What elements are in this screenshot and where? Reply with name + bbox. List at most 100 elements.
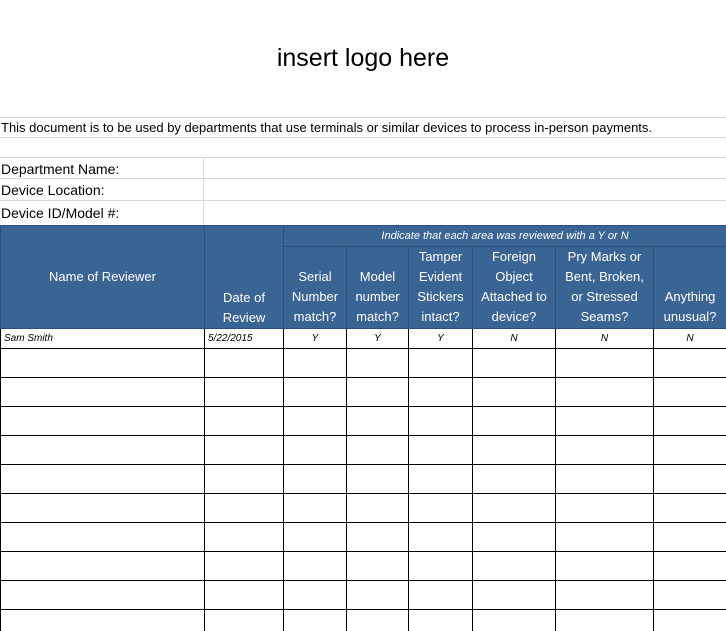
header-text: Bent, Broken, bbox=[565, 269, 644, 284]
table-cell[interactable] bbox=[0, 435, 205, 465]
table-cell[interactable] bbox=[283, 522, 347, 552]
table-cell[interactable] bbox=[204, 406, 284, 436]
device-id-model-field[interactable] bbox=[204, 201, 725, 221]
table-cell[interactable] bbox=[0, 522, 205, 552]
table-cell[interactable] bbox=[283, 348, 347, 378]
table-cell[interactable] bbox=[283, 464, 347, 494]
table-cell[interactable] bbox=[472, 348, 556, 378]
table-cell[interactable] bbox=[472, 551, 556, 581]
table-cell[interactable] bbox=[408, 348, 473, 378]
table-cell[interactable] bbox=[472, 522, 556, 552]
table-cell[interactable] bbox=[408, 464, 473, 494]
table-cell[interactable] bbox=[0, 348, 205, 378]
table-cell[interactable] bbox=[204, 580, 284, 610]
table-cell[interactable] bbox=[408, 580, 473, 610]
table-cell[interactable] bbox=[0, 551, 205, 581]
table-cell[interactable] bbox=[346, 377, 409, 407]
department-name-field[interactable] bbox=[204, 158, 725, 178]
table-cell[interactable] bbox=[346, 348, 409, 378]
table-cell[interactable] bbox=[472, 377, 556, 407]
header-anything-unusual: Anything unusual? bbox=[652, 246, 726, 329]
table-row bbox=[0, 580, 726, 610]
table-cell[interactable] bbox=[472, 435, 556, 465]
table-cell[interactable] bbox=[472, 580, 556, 610]
tamper-intact-cell[interactable]: Y bbox=[408, 328, 473, 349]
table-cell[interactable] bbox=[283, 493, 347, 523]
table-cell[interactable] bbox=[346, 406, 409, 436]
table-cell[interactable] bbox=[346, 551, 409, 581]
table-cell[interactable] bbox=[555, 406, 654, 436]
table-cell[interactable] bbox=[652, 435, 726, 465]
table-cell[interactable] bbox=[555, 435, 654, 465]
table-cell[interactable] bbox=[652, 493, 726, 523]
table-cell[interactable] bbox=[472, 464, 556, 494]
table-cell[interactable] bbox=[283, 551, 347, 581]
table-cell[interactable] bbox=[346, 464, 409, 494]
table-cell[interactable] bbox=[0, 406, 205, 436]
table-cell[interactable] bbox=[652, 464, 726, 494]
table-cell[interactable] bbox=[555, 551, 654, 581]
table-cell[interactable] bbox=[346, 435, 409, 465]
table-cell[interactable] bbox=[346, 609, 409, 631]
header-name-of-reviewer: Name of Reviewer bbox=[0, 225, 205, 329]
table-cell[interactable] bbox=[346, 580, 409, 610]
table-cell[interactable] bbox=[408, 551, 473, 581]
table-cell[interactable] bbox=[346, 493, 409, 523]
table-cell[interactable] bbox=[408, 493, 473, 523]
table-cell[interactable] bbox=[408, 406, 473, 436]
header-foreign-object: Foreign Object Attached to device? bbox=[472, 246, 556, 329]
table-row bbox=[0, 609, 726, 631]
reviewer-name-cell[interactable]: Sam Smith bbox=[0, 328, 205, 349]
table-cell[interactable] bbox=[555, 377, 654, 407]
table-cell[interactable] bbox=[0, 580, 205, 610]
table-cell[interactable] bbox=[283, 580, 347, 610]
table-cell[interactable] bbox=[652, 551, 726, 581]
table-cell[interactable] bbox=[283, 377, 347, 407]
table-cell[interactable] bbox=[204, 435, 284, 465]
review-date-cell[interactable]: 5/22/2015 bbox=[204, 328, 284, 349]
table-cell[interactable] bbox=[472, 406, 556, 436]
table-cell[interactable] bbox=[555, 464, 654, 494]
table-cell[interactable] bbox=[652, 580, 726, 610]
table-cell[interactable] bbox=[652, 348, 726, 378]
table-cell[interactable] bbox=[0, 464, 205, 494]
table-cell[interactable] bbox=[283, 435, 347, 465]
device-location-field[interactable] bbox=[204, 179, 725, 199]
table-cell[interactable] bbox=[555, 522, 654, 552]
table-cell[interactable] bbox=[283, 609, 347, 631]
table-row bbox=[0, 377, 726, 407]
table-cell[interactable] bbox=[0, 609, 205, 631]
table-cell[interactable] bbox=[204, 522, 284, 552]
table-cell[interactable] bbox=[0, 493, 205, 523]
serial-match-cell[interactable]: Y bbox=[283, 328, 347, 349]
table-cell[interactable] bbox=[472, 493, 556, 523]
table-cell[interactable] bbox=[652, 377, 726, 407]
table-cell[interactable] bbox=[472, 609, 556, 631]
anything-unusual-cell[interactable]: N bbox=[652, 328, 726, 349]
table-cell[interactable] bbox=[204, 609, 284, 631]
table-cell[interactable] bbox=[204, 377, 284, 407]
table-cell[interactable] bbox=[408, 522, 473, 552]
table-cell[interactable] bbox=[283, 406, 347, 436]
pry-marks-cell[interactable]: N bbox=[555, 328, 654, 349]
table-cell[interactable] bbox=[408, 377, 473, 407]
table-cell[interactable] bbox=[204, 464, 284, 494]
table-cell[interactable] bbox=[408, 609, 473, 631]
table-cell[interactable] bbox=[555, 609, 654, 631]
table-cell[interactable] bbox=[652, 406, 726, 436]
header-text: Serial bbox=[298, 269, 332, 284]
table-cell[interactable] bbox=[555, 493, 654, 523]
table-cell[interactable] bbox=[555, 580, 654, 610]
table-row bbox=[0, 348, 726, 378]
table-cell[interactable] bbox=[346, 522, 409, 552]
table-cell[interactable] bbox=[408, 435, 473, 465]
table-cell[interactable] bbox=[204, 348, 284, 378]
table-cell[interactable] bbox=[555, 348, 654, 378]
foreign-object-cell[interactable]: N bbox=[472, 328, 556, 349]
table-cell[interactable] bbox=[204, 551, 284, 581]
table-cell[interactable] bbox=[652, 609, 726, 631]
model-match-cell[interactable]: Y bbox=[346, 328, 409, 349]
table-cell[interactable] bbox=[0, 377, 205, 407]
table-cell[interactable] bbox=[652, 522, 726, 552]
table-cell[interactable] bbox=[204, 493, 284, 523]
